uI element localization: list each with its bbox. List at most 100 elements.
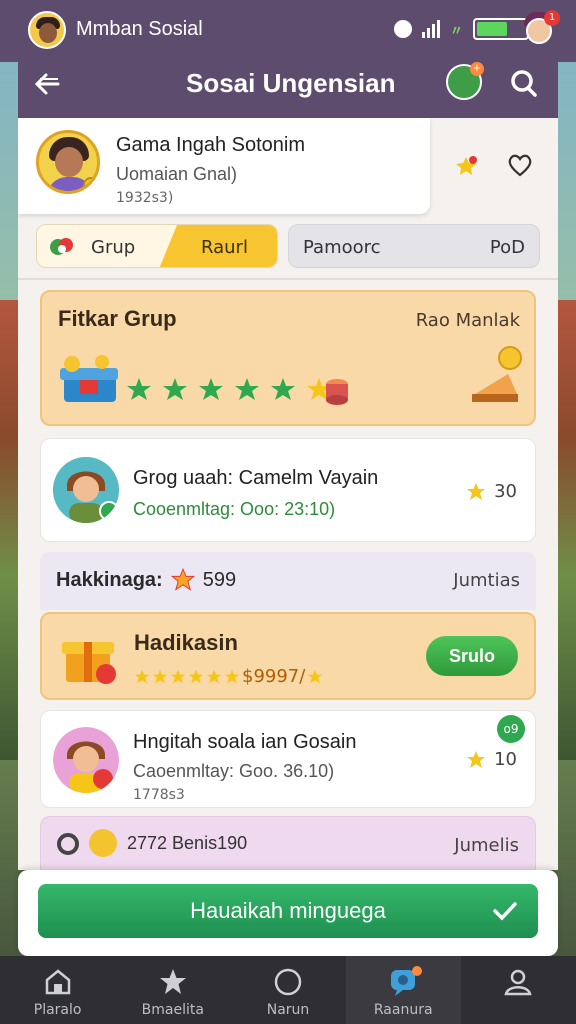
list-item[interactable]: Hngitah soala ian Gosain Caoenmltay: Goo… (40, 710, 536, 808)
star-icon (206, 669, 222, 683)
star-icon (467, 482, 486, 500)
primary-action-button[interactable]: Hauaikah minguega (38, 884, 538, 938)
star-icon (127, 378, 151, 400)
section-title: Hakkinaga: 599 (56, 568, 237, 591)
nav-profile[interactable] (461, 956, 576, 1024)
nav-favorites[interactable]: Bmaelita (115, 956, 230, 1024)
star-icon (188, 669, 204, 683)
list-item-title: Grog uaah: Camelm Vayain (133, 467, 379, 489)
list-item-rating: 10 (466, 749, 517, 770)
gift-icon (62, 642, 116, 684)
tab-group-selector[interactable]: Grup Raurl (36, 224, 278, 268)
app-header: Sosai Ungensian + (18, 50, 558, 118)
list-item-subtitle: Cooenmltag: Ooo: 23:10) (133, 499, 336, 519)
signal-icon (422, 20, 440, 38)
back-button[interactable] (30, 66, 66, 102)
star-icon (199, 378, 223, 400)
nav-label: Raanura (373, 1002, 433, 1018)
nav-center[interactable]: Narun (230, 956, 345, 1024)
featured-side-label: Rao Manlak (415, 310, 520, 331)
nav-label: Bmaelita (141, 1002, 204, 1018)
back-arrow-icon (34, 73, 60, 95)
rating-value: 10 (494, 749, 517, 770)
featured-stars (126, 376, 332, 402)
drum-icon (326, 379, 348, 405)
nav-label: Narun (266, 1002, 310, 1018)
cake-slice-icon (472, 346, 522, 402)
tab-alt-right: PoD (489, 237, 525, 258)
search-button[interactable] (504, 64, 544, 104)
nav-social[interactable]: Raanura (345, 956, 461, 1024)
featured-title: Fitkar Grup (58, 306, 177, 331)
tab-alt[interactable]: Pamoorc PoD (288, 224, 540, 268)
list-item-code: 1778s3 (133, 787, 185, 803)
list-item[interactable]: Grog uaah: Camelm Vayain Cooenmltag: Ooo… (40, 438, 536, 542)
star-icon (224, 669, 240, 683)
profile-card[interactable]: Gama Ingah Sotonim Uomaian Gnal) 1932s3) (18, 118, 430, 214)
action-panel: Hauaikah minguega (18, 870, 558, 956)
list-item-avatar (53, 457, 119, 523)
tab-active-label: Raurl (201, 237, 248, 258)
emoji-face-icon (89, 829, 117, 857)
record-icon (57, 833, 79, 855)
check-icon (493, 902, 517, 921)
divider (18, 278, 558, 280)
gamepad-icon (50, 238, 73, 255)
star-icon (134, 669, 150, 683)
user-avatar[interactable]: 1 (520, 8, 560, 48)
notification-badge: 1 (544, 10, 560, 26)
treasure-box-icon (60, 355, 118, 402)
reward-stars: $9997/ (134, 666, 323, 687)
status-avatar[interactable] (28, 11, 66, 49)
tab-group-label: Grup (91, 237, 136, 258)
star-icon (170, 568, 195, 591)
section-header: Hakkinaga: 599 Jumtias (40, 552, 536, 610)
profile-name: Gama Ingah Sotonim (116, 134, 305, 156)
game-badge: + (470, 62, 484, 76)
reward-value: $9997/ (242, 666, 306, 687)
profile-avatar (36, 130, 100, 194)
star-icon (467, 750, 486, 768)
star-icon (170, 669, 186, 683)
summary-text: 2772 Benis190 (127, 833, 248, 853)
circle-icon (274, 968, 302, 996)
list-item-subtitle: Caoenmltay: Goo. 36.10) (133, 761, 335, 781)
primary-action-label: Hauaikah minguega (190, 898, 386, 923)
list-item-title: Hngitah soala ian Gosain (133, 731, 357, 753)
status-icons: 〃 (394, 18, 530, 40)
bottom-nav: Plaralo Bmaelita Narun Raanura (0, 956, 576, 1024)
online-badge: o9 (497, 715, 525, 743)
claim-reward-button[interactable]: Srulo (426, 636, 518, 676)
user-icon (504, 969, 532, 996)
section-value: 599 (202, 568, 237, 591)
nav-badge (411, 966, 422, 976)
section-right-label[interactable]: Jumtias (453, 570, 520, 591)
wifi-icon: 〃 (450, 23, 464, 39)
summary-strip[interactable]: 2772 Benis190 Jumelis (40, 816, 536, 870)
star-icon (235, 378, 259, 400)
status-title: Mmban Sosial (76, 18, 203, 40)
home-icon (45, 969, 70, 995)
tab-alt-left: Pamoorc (303, 237, 381, 258)
alarm-icon (394, 20, 412, 38)
star-icon (308, 669, 323, 683)
nav-label: Plaralo (33, 1002, 82, 1018)
game-controller-button[interactable]: + (446, 62, 484, 100)
search-icon (511, 70, 537, 97)
reward-card[interactable]: Hadikasin $9997/ Srulo (40, 612, 536, 700)
star-icon (271, 378, 295, 400)
nav-home[interactable]: Plaralo (0, 956, 115, 1024)
rating-value: 30 (494, 481, 517, 502)
profile-code: 1932s3) (116, 190, 174, 206)
reward-title: Hadikasin (134, 630, 238, 655)
star-icon (152, 669, 168, 683)
summary-right-label: Jumelis (454, 835, 519, 856)
featured-group-card[interactable]: Fitkar Grup Rao Manlak (40, 290, 536, 426)
star-icon (163, 378, 187, 400)
tab-row: Grup Raurl Pamoorc PoD (36, 224, 540, 268)
main-content: Gama Ingah Sotonim Uomaian Gnal) 1932s3)… (18, 118, 558, 870)
list-item-avatar (53, 727, 119, 793)
star-pin-icon[interactable] (456, 154, 480, 178)
heart-icon[interactable] (506, 152, 534, 178)
profile-subtitle: Uomaian Gnal) (116, 164, 238, 184)
